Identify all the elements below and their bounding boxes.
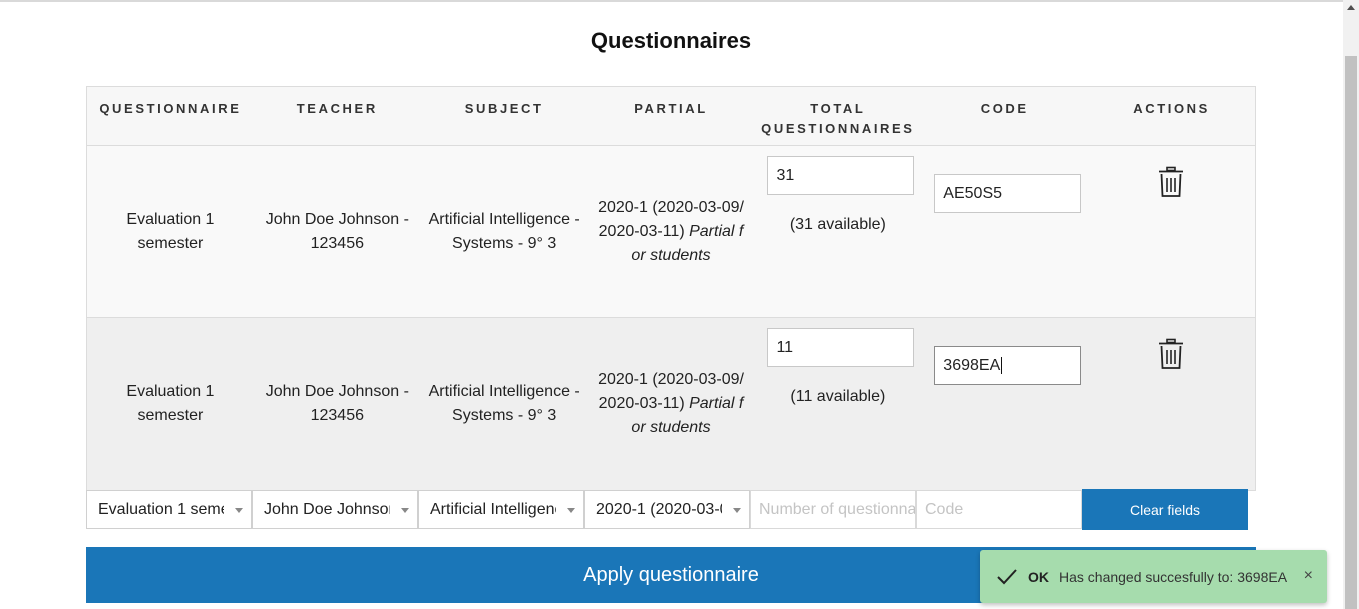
partial-select-value: 2020-1 (2020-03-09/2020-03-11) bbox=[596, 500, 722, 518]
questionnaire-select-value: Evaluation 1 semester bbox=[98, 500, 224, 518]
header-code: CODE bbox=[980, 101, 1029, 116]
chevron-down-icon bbox=[733, 508, 741, 513]
trash-icon[interactable] bbox=[1158, 166, 1184, 198]
trash-icon[interactable] bbox=[1158, 338, 1184, 370]
partial-cell: 2020-1 (2020-03-09/2020-03-11) Partial f… bbox=[588, 146, 755, 317]
chevron-down-icon bbox=[401, 508, 409, 513]
header-teacher: TEACHER bbox=[296, 101, 378, 116]
table-row: Evaluation 1 semester John Doe Johnson -… bbox=[87, 146, 1255, 318]
total-questionnaires-input[interactable]: 31 bbox=[767, 156, 915, 195]
chevron-down-icon bbox=[567, 508, 575, 513]
subject-select-value: Artificial Intelligence - Systems - 9° 3 bbox=[430, 500, 556, 518]
code-input[interactable]: 3698EA bbox=[934, 346, 1082, 385]
available-count: (31 available) bbox=[789, 216, 886, 233]
questionnaire-cell: Evaluation 1 semester bbox=[126, 210, 215, 252]
questionnaire-select[interactable]: Evaluation 1 semester bbox=[86, 490, 252, 529]
code-cell: 3698EA bbox=[921, 318, 1088, 490]
header-subject: SUBJECT bbox=[464, 101, 544, 116]
partial-select[interactable]: 2020-1 (2020-03-09/2020-03-11) bbox=[584, 490, 750, 529]
checkmark-icon bbox=[997, 568, 1017, 584]
toast-status: OK bbox=[1028, 568, 1049, 585]
partial-cell: 2020-1 (2020-03-09/2020-03-11) Partial f… bbox=[588, 318, 755, 490]
teacher-cell: John Doe Johnson - 123456 bbox=[265, 383, 409, 424]
code-field[interactable]: Code bbox=[916, 490, 1082, 529]
close-icon[interactable]: × bbox=[1304, 567, 1313, 585]
actions-cell bbox=[1088, 318, 1255, 490]
available-count: (11 available) bbox=[790, 388, 886, 405]
success-toast: OK Has changed succesfully to: 3698EA × bbox=[980, 550, 1327, 603]
chevron-down-icon bbox=[235, 508, 243, 513]
table-row: Evaluation 1 semester John Doe Johnson -… bbox=[87, 318, 1255, 490]
subject-cell: Artificial Intelligence - Systems - 9° 3 bbox=[428, 210, 580, 252]
teacher-select[interactable]: John Doe Johnson - 123456 bbox=[252, 490, 418, 529]
scrollbar-thumb[interactable] bbox=[1345, 56, 1357, 609]
clear-fields-button[interactable]: Clear fields bbox=[1082, 489, 1248, 530]
header-partial: PARTIAL bbox=[634, 101, 708, 116]
code-input[interactable]: AE50S5 bbox=[934, 174, 1082, 213]
teacher-cell: John Doe Johnson - 123456 bbox=[265, 210, 409, 252]
subject-cell: Artificial Intelligence - Systems - 9° 3 bbox=[428, 383, 580, 424]
page-title: Questionnaires bbox=[590, 28, 752, 53]
questionnaires-table: QUESTIONNAIRE TEACHER SUBJECT PARTIAL TO… bbox=[86, 86, 1256, 491]
questionnaire-cell: Evaluation 1 semester bbox=[126, 383, 215, 424]
top-divider bbox=[0, 0, 1343, 2]
header-total-questionnaires: TOTAL QUESTIONNAIRES bbox=[761, 101, 915, 136]
total-questionnaires-input[interactable]: 11 bbox=[767, 328, 915, 367]
header-actions: ACTIONS bbox=[1133, 101, 1210, 116]
number-of-questionnaires-input[interactable]: Number of questionnaires bbox=[750, 490, 916, 529]
total-cell: 31 (31 available) bbox=[754, 146, 921, 317]
subject-select[interactable]: Artificial Intelligence - Systems - 9° 3 bbox=[418, 490, 584, 529]
text-caret bbox=[1001, 357, 1003, 374]
toast-message: Has changed succesfully to: 3698EA bbox=[1059, 568, 1288, 585]
code-cell: AE50S5 bbox=[921, 146, 1088, 317]
add-row-form: Evaluation 1 semester John Doe Johnson -… bbox=[86, 489, 1248, 530]
scroll-up-arrow-icon[interactable] bbox=[1343, 0, 1359, 14]
code-input-value: 3698EA bbox=[943, 356, 1001, 374]
header-questionnaire: QUESTIONNAIRE bbox=[99, 101, 242, 116]
teacher-select-value: John Doe Johnson - 123456 bbox=[264, 500, 390, 518]
vertical-scrollbar[interactable] bbox=[1343, 0, 1359, 609]
actions-cell bbox=[1088, 146, 1255, 317]
total-cell: 11 (11 available) bbox=[754, 318, 921, 490]
table-header: QUESTIONNAIRE TEACHER SUBJECT PARTIAL TO… bbox=[87, 87, 1255, 146]
